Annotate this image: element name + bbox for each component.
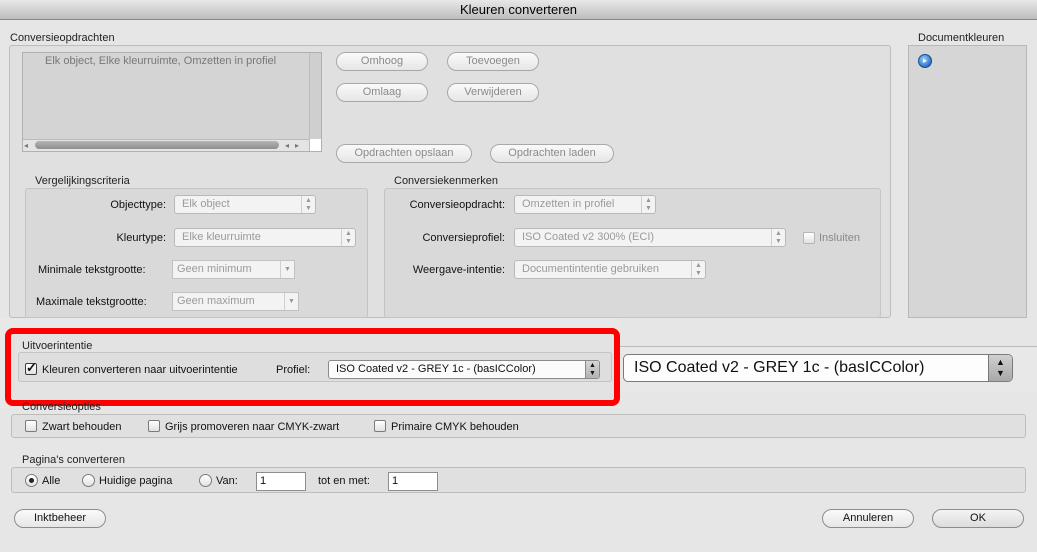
rendering-intent-value: Documentintentie gebruiken — [522, 263, 659, 275]
conversion-profile-value: ISO Coated v2 300% (ECI) — [522, 231, 655, 243]
scroll-left-icon[interactable]: ◂ — [24, 140, 28, 151]
current-page-label: Huidige pagina — [99, 475, 173, 487]
conversion-command-value: Omzetten in profiel — [522, 198, 615, 210]
add-button[interactable]: Toevoegen — [447, 52, 539, 71]
page-convert-label: Pagina's converteren — [22, 454, 125, 466]
convert-to-output-intent-checkbox[interactable]: ✓ — [25, 360, 37, 375]
remove-button[interactable]: Verwijderen — [447, 83, 539, 102]
conversion-commands-label: Conversieopdrachten — [10, 32, 115, 44]
all-pages-label: Alle — [42, 475, 61, 487]
output-profile-select[interactable]: ISO Coated v2 - GREY 1c - (basICColor) ▲… — [328, 360, 600, 379]
color-type-label: Kleurtype: — [116, 232, 166, 244]
conversion-command-select[interactable]: Omzetten in profiel ▲ ▼ — [514, 195, 656, 214]
scroll-left-icon[interactable]: ◂ — [285, 140, 289, 151]
object-type-value: Elk object — [182, 198, 230, 210]
window-titlebar: Kleuren converteren — [0, 0, 1037, 20]
embed-checkbox[interactable] — [803, 232, 815, 244]
radio-dot-icon — [29, 478, 34, 483]
ok-button[interactable]: OK — [932, 509, 1024, 528]
page-range-radio[interactable] — [199, 474, 212, 487]
keep-primary-cmyk-checkbox[interactable] — [374, 420, 386, 432]
conversion-commands-list[interactable]: Elk object, Elke kleurruimte, Omzetten i… — [22, 52, 322, 152]
scroll-right-icon[interactable]: ▸ — [295, 140, 299, 151]
from-label: Van: — [216, 475, 238, 487]
updown-arrows-icon: ▲ ▼ — [691, 261, 705, 278]
max-text-size-label: Maximale tekstgrootte: — [36, 296, 147, 308]
load-commands-button[interactable]: Opdrachten laden — [490, 144, 614, 163]
conversion-attributes-label: Conversiekenmerken — [394, 175, 498, 187]
move-down-button[interactable]: Omlaag — [336, 83, 428, 102]
color-type-value: Elke kleurruimte — [182, 231, 261, 243]
document-colors-list[interactable]: ▸ — [908, 45, 1027, 318]
cancel-button[interactable]: Annuleren — [822, 509, 914, 528]
document-colors-label: Documentkleuren — [918, 32, 1005, 44]
updown-arrows-icon: ▲ ▼ — [341, 229, 355, 246]
conversion-command-label: Conversieopdracht: — [409, 199, 505, 211]
updown-arrows-icon: ▲ ▼ — [988, 355, 1012, 381]
matching-criteria-label: Vergelijkingscriteria — [35, 175, 130, 187]
min-text-size-combo[interactable]: Geen minimum ▼ — [172, 260, 295, 279]
rendering-intent-select[interactable]: Documentintentie gebruiken ▲ ▼ — [514, 260, 706, 279]
convert-to-output-intent-label: Kleuren converteren naar uitvoerintentie — [42, 364, 238, 376]
dropdown-arrow-icon[interactable]: ▼ — [284, 293, 298, 310]
all-pages-radio[interactable] — [25, 474, 38, 487]
updown-arrows-icon: ▲ ▼ — [771, 229, 785, 246]
window-title: Kleuren converteren — [459, 2, 578, 17]
output-profile-label: Profiel: — [276, 364, 311, 376]
to-page-input[interactable]: 1 — [388, 472, 438, 491]
conversion-profile-select[interactable]: ISO Coated v2 300% (ECI) ▲ ▼ — [514, 228, 786, 247]
checkmark-icon: ✓ — [26, 360, 37, 375]
updown-arrows-icon: ▲ ▼ — [585, 361, 599, 378]
keep-primary-cmyk-label: Primaire CMYK behouden — [391, 421, 519, 433]
zoomed-output-profile-select[interactable]: ISO Coated v2 - GREY 1c - (basICColor) ▲… — [623, 354, 1013, 382]
keep-black-checkbox[interactable] — [25, 420, 37, 432]
from-page-input[interactable]: 1 — [256, 472, 306, 491]
updown-arrows-icon: ▲ ▼ — [301, 196, 315, 213]
promote-grays-checkbox[interactable] — [148, 420, 160, 432]
zoomed-output-profile-value: ISO Coated v2 - GREY 1c - (basICColor) — [634, 359, 925, 376]
updown-arrows-icon: ▲ ▼ — [641, 196, 655, 213]
list-horizontal-scrollbar[interactable]: ◂ ◂ ▸ — [23, 139, 309, 151]
scrollbar-thumb[interactable] — [35, 141, 279, 149]
min-text-size-label: Minimale tekstgrootte: — [38, 264, 146, 276]
promote-grays-label: Grijs promoveren naar CMYK-zwart — [165, 421, 340, 433]
dropdown-arrow-icon[interactable]: ▼ — [280, 261, 294, 278]
max-text-size-combo[interactable]: Geen maximum ▼ — [172, 292, 299, 311]
conversion-profile-label: Conversieprofiel: — [422, 232, 505, 244]
list-vertical-scrollbar[interactable] — [309, 53, 321, 139]
color-type-select[interactable]: Elke kleurruimte ▲ ▼ — [174, 228, 356, 247]
scroll-corner — [309, 139, 321, 151]
ink-manager-button[interactable]: Inktbeheer — [14, 509, 106, 528]
current-page-radio[interactable] — [82, 474, 95, 487]
list-item[interactable]: Elk object, Elke kleurruimte, Omzetten i… — [45, 55, 276, 67]
object-type-label: Objecttype: — [110, 199, 166, 211]
keep-black-label: Zwart behouden — [42, 421, 122, 433]
max-text-size-value: Geen maximum — [177, 295, 255, 307]
conversion-options-label: Conversieopties — [22, 401, 101, 413]
output-intent-label: Uitvoerintentie — [22, 340, 93, 352]
embed-label: Insluiten — [819, 232, 860, 244]
object-type-select[interactable]: Elk object ▲ ▼ — [174, 195, 316, 214]
move-up-button[interactable]: Omhoog — [336, 52, 428, 71]
to-label: tot en met: — [318, 475, 370, 487]
output-profile-value: ISO Coated v2 - GREY 1c - (basICColor) — [336, 363, 536, 375]
document-color-swatch-icon[interactable]: ▸ — [918, 54, 932, 68]
save-commands-button[interactable]: Opdrachten opslaan — [336, 144, 472, 163]
rendering-intent-label: Weergave-intentie: — [412, 264, 505, 276]
min-text-size-value: Geen minimum — [177, 263, 252, 275]
